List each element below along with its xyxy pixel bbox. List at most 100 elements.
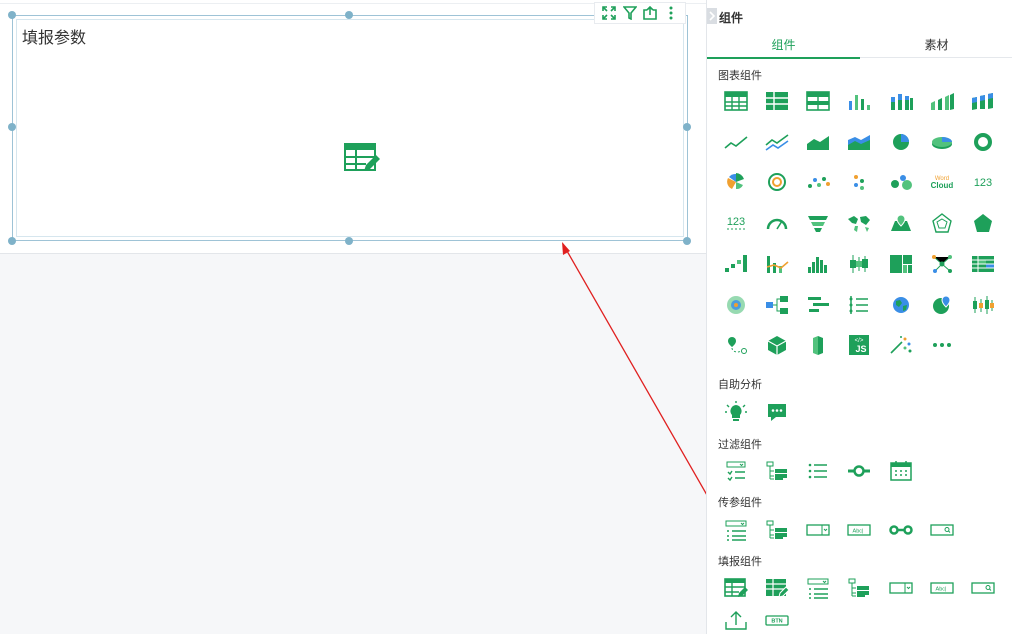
filter-icon[interactable] bbox=[622, 5, 638, 21]
list-filter-icon[interactable] bbox=[803, 456, 833, 486]
component-panel: 组件 组件 素材 图表组件 自助分析 过滤组件 传参组件 填报组件 Word Cl… bbox=[706, 0, 1012, 634]
3d-bar-icon[interactable] bbox=[803, 330, 833, 360]
text-param-icon[interactable]: Abc| bbox=[844, 515, 874, 545]
chat-icon[interactable] bbox=[762, 397, 792, 427]
fill-search-icon[interactable] bbox=[968, 573, 998, 603]
treemap-icon[interactable] bbox=[886, 249, 916, 279]
insight-bulb-icon[interactable] bbox=[721, 397, 751, 427]
combo-chart-icon[interactable] bbox=[762, 249, 792, 279]
pie-chart-icon[interactable] bbox=[886, 127, 916, 157]
panel-tabs: 组件 素材 bbox=[707, 30, 1012, 59]
heat-table-icon[interactable] bbox=[968, 249, 998, 279]
tree-param-icon[interactable] bbox=[762, 515, 792, 545]
tree-filter-icon[interactable] bbox=[762, 456, 792, 486]
stacked-column-icon[interactable] bbox=[886, 86, 916, 116]
magic-icon[interactable] bbox=[886, 330, 916, 360]
radar-icon[interactable] bbox=[927, 208, 957, 238]
more-icon[interactable] bbox=[927, 330, 957, 360]
donut-chart-icon[interactable] bbox=[968, 127, 998, 157]
scatter-icon[interactable] bbox=[803, 167, 833, 197]
kpi-number-icon[interactable]: 123 bbox=[968, 167, 998, 197]
network-icon[interactable] bbox=[927, 249, 957, 279]
multi-line-icon[interactable] bbox=[762, 127, 792, 157]
cross-table-icon[interactable] bbox=[762, 86, 792, 116]
globe-icon[interactable] bbox=[886, 290, 916, 320]
svg-text:123: 123 bbox=[727, 216, 745, 228]
funnel-icon[interactable] bbox=[803, 208, 833, 238]
heatmap-icon[interactable] bbox=[721, 290, 751, 320]
column-chart-icon[interactable] bbox=[844, 86, 874, 116]
histogram-icon[interactable] bbox=[803, 249, 833, 279]
boxplot-icon[interactable] bbox=[844, 249, 874, 279]
cube-icon[interactable] bbox=[762, 330, 792, 360]
date-filter-icon[interactable] bbox=[886, 456, 916, 486]
panel-title: 组件 bbox=[719, 11, 744, 25]
js-chart-icon[interactable]: </> JS bbox=[844, 330, 874, 360]
area-chart-icon[interactable] bbox=[803, 127, 833, 157]
more-vertical-icon[interactable] bbox=[663, 5, 679, 21]
resize-handle-bottom-left[interactable] bbox=[8, 237, 16, 245]
tab-materials[interactable]: 素材 bbox=[860, 30, 1012, 58]
3d-stacked-column-icon[interactable] bbox=[968, 86, 998, 116]
radar-filled-icon[interactable] bbox=[968, 208, 998, 238]
resize-handle-bottom[interactable] bbox=[345, 237, 353, 245]
dropdown-list-param-icon[interactable] bbox=[721, 515, 751, 545]
line-chart-icon[interactable] bbox=[721, 127, 751, 157]
fill-table-edit-icon[interactable] bbox=[762, 573, 792, 603]
button-icon[interactable]: BTN bbox=[762, 605, 792, 634]
search-param-icon[interactable] bbox=[927, 515, 957, 545]
collapse-panel-button[interactable] bbox=[707, 8, 717, 24]
waterfall-icon[interactable] bbox=[721, 249, 751, 279]
section-param-label: 传参组件 bbox=[718, 496, 762, 509]
resize-handle-left[interactable] bbox=[8, 123, 16, 131]
fill-select-icon[interactable] bbox=[886, 573, 916, 603]
resize-handle-top-left[interactable] bbox=[8, 11, 16, 19]
tree-diagram-icon[interactable] bbox=[762, 290, 792, 320]
candlestick-icon[interactable] bbox=[968, 290, 998, 320]
select-param-icon[interactable] bbox=[803, 515, 833, 545]
svg-text:Abc|: Abc| bbox=[936, 587, 947, 593]
world-map-icon[interactable] bbox=[844, 208, 874, 238]
3d-pie-icon[interactable] bbox=[927, 127, 957, 157]
location-map-icon[interactable] bbox=[927, 290, 957, 320]
slider-filter-icon[interactable] bbox=[844, 456, 874, 486]
dropdown-list-filter-icon[interactable] bbox=[721, 456, 751, 486]
grouped-table-icon[interactable] bbox=[803, 86, 833, 116]
dot-plot-icon[interactable] bbox=[844, 167, 874, 197]
svg-text:123: 123 bbox=[974, 177, 992, 189]
route-map-icon[interactable] bbox=[721, 330, 751, 360]
svg-text:Cloud: Cloud bbox=[931, 181, 954, 190]
rose-chart-icon[interactable] bbox=[721, 167, 751, 197]
stacked-area-icon[interactable] bbox=[844, 127, 874, 157]
panel-header: 组件 bbox=[707, 0, 1012, 30]
widget-title: 填报参数 bbox=[22, 28, 87, 47]
widget-toolbar bbox=[594, 2, 686, 24]
fill-table-icon bbox=[344, 143, 380, 179]
resize-handle-top[interactable] bbox=[345, 11, 353, 19]
resize-handle-bottom-right[interactable] bbox=[683, 237, 691, 245]
export-icon[interactable] bbox=[642, 5, 658, 21]
fullscreen-icon[interactable] bbox=[601, 5, 617, 21]
fill-text-icon[interactable]: Abc| bbox=[927, 573, 957, 603]
section-self-label: 自助分析 bbox=[718, 378, 762, 391]
fill-tree-icon[interactable] bbox=[844, 573, 874, 603]
range-param-icon[interactable] bbox=[886, 515, 916, 545]
section-chart-label: 图表组件 bbox=[718, 69, 762, 82]
ring-progress-icon[interactable] bbox=[762, 167, 792, 197]
tab-components[interactable]: 组件 bbox=[707, 30, 860, 59]
resize-handle-right[interactable] bbox=[683, 123, 691, 131]
fill-table-icon[interactable] bbox=[721, 573, 751, 603]
upload-icon[interactable] bbox=[721, 605, 751, 634]
ranking-list-icon[interactable] bbox=[844, 290, 874, 320]
bubble-icon[interactable] bbox=[886, 167, 916, 197]
table-icon[interactable] bbox=[721, 86, 751, 116]
3d-column-icon[interactable] bbox=[927, 86, 957, 116]
word-cloud-icon[interactable]: Word Cloud bbox=[927, 167, 957, 197]
gauge-icon[interactable] bbox=[762, 208, 792, 238]
section-fill-label: 填报组件 bbox=[718, 555, 762, 568]
kpi-number-alt-icon[interactable]: 123 bbox=[721, 208, 751, 238]
fill-list-icon[interactable] bbox=[803, 573, 833, 603]
point-map-icon[interactable] bbox=[886, 208, 916, 238]
fill-param-widget[interactable]: 填报参数 bbox=[12, 15, 688, 241]
gantt-icon[interactable] bbox=[803, 290, 833, 320]
